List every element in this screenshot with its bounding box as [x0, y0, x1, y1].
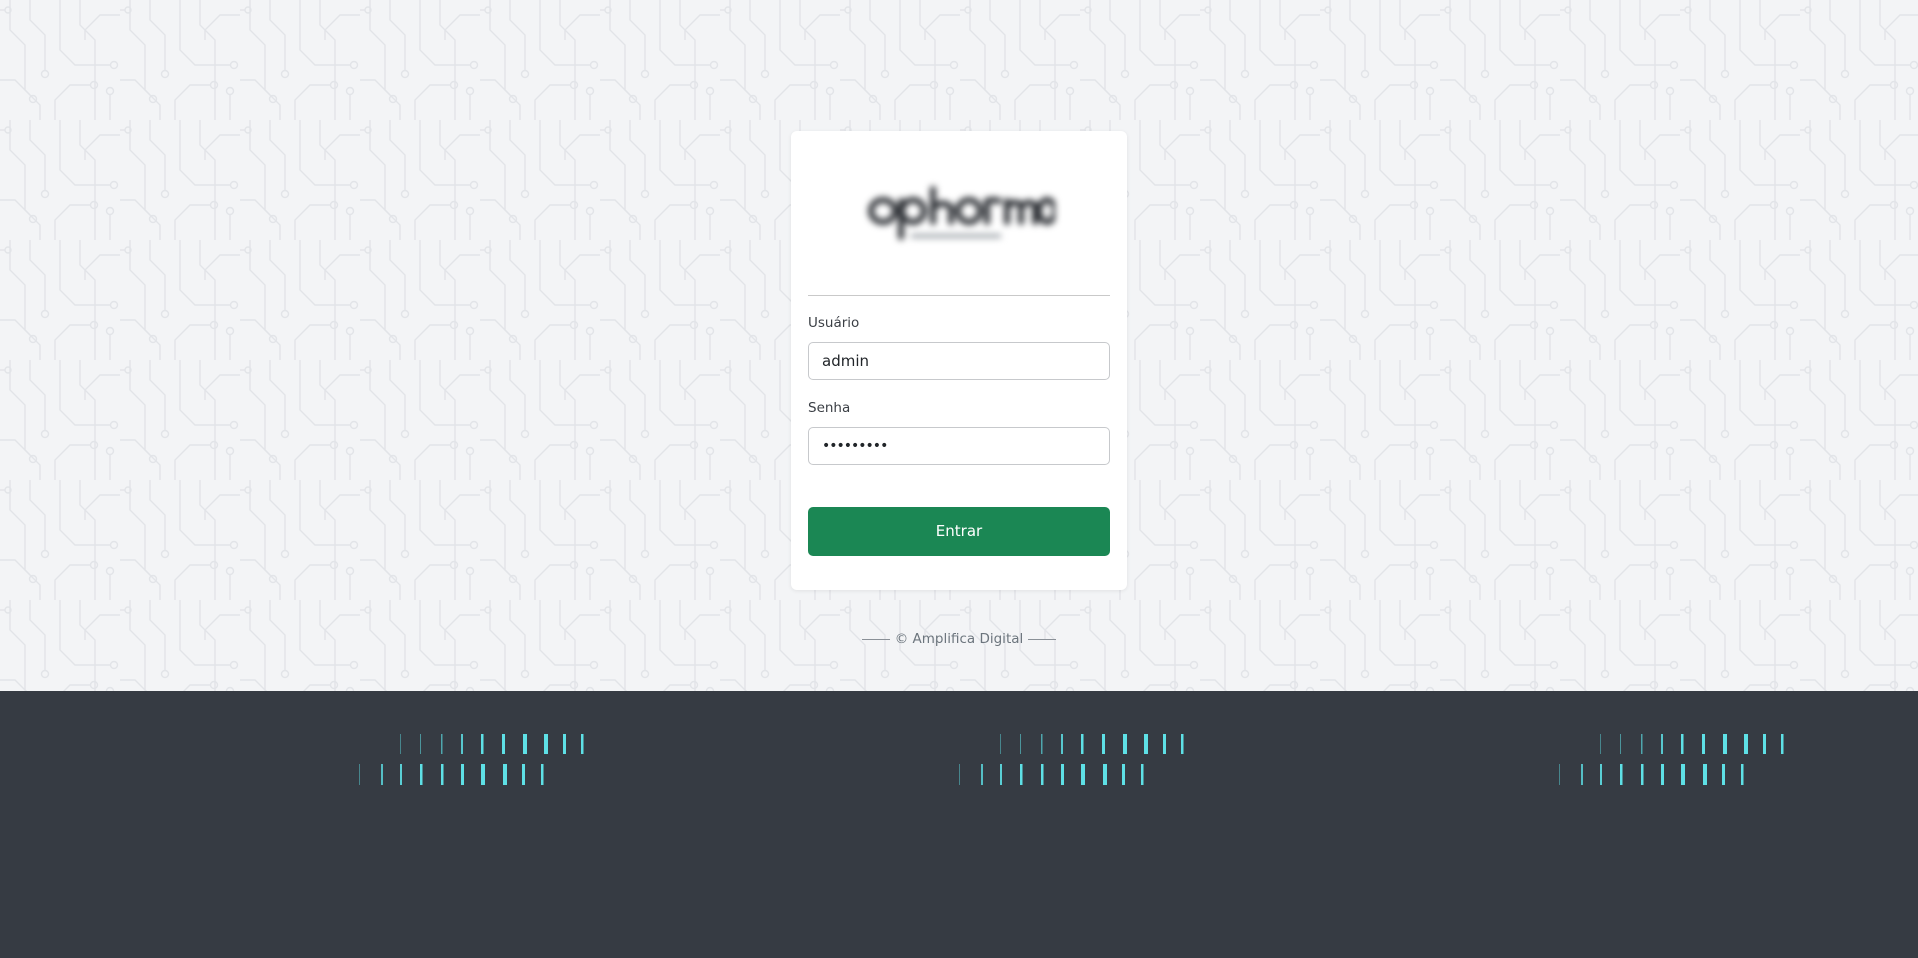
footer-bar	[1000, 734, 1001, 754]
footer-bar	[563, 734, 566, 754]
footer-bar	[1661, 734, 1663, 754]
footer-bar	[1102, 734, 1105, 754]
footer-bar	[581, 734, 584, 754]
username-label: Usuário	[808, 315, 860, 331]
footer-bar	[1702, 734, 1705, 754]
footer-bar	[1781, 734, 1784, 754]
logo-divider	[808, 295, 1110, 296]
footer-bar	[1000, 764, 1002, 785]
footer-bar	[981, 764, 983, 785]
footer-bar	[1041, 764, 1044, 785]
footer-bar	[1041, 734, 1043, 754]
footer-bar	[1020, 734, 1021, 754]
copyright-text: © Amplifica Digital	[894, 631, 1024, 647]
footer-bar	[1559, 764, 1560, 785]
footer-bar	[959, 764, 960, 785]
password-input[interactable]: •••••••••	[808, 427, 1110, 465]
login-submit-button[interactable]: Entrar	[808, 507, 1110, 556]
footer-bar	[1123, 734, 1127, 754]
footer-bar	[359, 764, 360, 785]
footer-bar	[1081, 764, 1085, 785]
footer-bar	[420, 734, 421, 754]
footer-bar	[1081, 734, 1084, 754]
footer-band	[0, 691, 1918, 958]
footer-bar	[1681, 764, 1685, 785]
username-input[interactable]: admin	[808, 342, 1110, 380]
footer-bar	[461, 764, 464, 785]
login-card: Usuário admin Senha ••••••••• Entrar	[791, 131, 1127, 590]
right-dash	[1028, 638, 1057, 640]
footer-bar	[523, 734, 527, 754]
footer-bar	[420, 764, 423, 785]
company-logo	[868, 186, 1055, 240]
footer-bar	[1661, 764, 1664, 785]
footer-bar	[1744, 734, 1748, 754]
footer-bar	[1722, 764, 1725, 785]
footer-bar	[1763, 734, 1766, 754]
footer-bar	[1703, 764, 1707, 785]
footer-bar	[1581, 764, 1583, 785]
background-area: Usuário admin Senha ••••••••• Entrar © A…	[0, 0, 1918, 691]
login-page: Usuário admin Senha ••••••••• Entrar © A…	[0, 0, 1918, 958]
footer-bar	[481, 734, 484, 754]
logo-container	[791, 131, 1127, 296]
footer-bar	[441, 734, 443, 754]
footer-bar	[461, 734, 463, 754]
footer-bar	[522, 764, 525, 785]
footer-bar	[1641, 734, 1643, 754]
footer-bar	[1620, 734, 1621, 754]
footer-bar	[441, 764, 444, 785]
footer-bar	[481, 764, 485, 785]
footer-bar	[1061, 764, 1064, 785]
footer-bar	[1741, 764, 1744, 785]
footer-bar	[1681, 734, 1684, 754]
footer-bar	[1181, 734, 1184, 754]
footer-bar	[1723, 734, 1727, 754]
footer-bar	[1144, 734, 1148, 754]
footer-bar	[400, 764, 402, 785]
footer-bar	[503, 764, 507, 785]
footer-bar	[502, 734, 505, 754]
footer-bar	[1020, 764, 1023, 785]
footer-bar	[1641, 764, 1644, 785]
footer-bar	[1163, 734, 1166, 754]
footer-bar	[1141, 764, 1144, 785]
footer-bar	[1600, 734, 1601, 754]
username-value: admin	[822, 352, 869, 370]
footer-bar	[1103, 764, 1107, 785]
footer-bar	[1122, 764, 1125, 785]
password-label: Senha	[808, 400, 851, 416]
footer-bar	[1061, 734, 1063, 754]
decorative-bars	[359, 734, 1784, 785]
footer-bar	[1620, 764, 1623, 785]
left-dash	[861, 638, 890, 640]
footer-bar	[1600, 764, 1602, 785]
footer-bar	[544, 734, 548, 754]
footer-bar	[400, 734, 401, 754]
copyright-notice: © Amplifica Digital	[0, 631, 1918, 647]
footer-bar	[541, 764, 544, 785]
password-value: •••••••••	[822, 438, 888, 454]
footer-bar	[381, 764, 383, 785]
